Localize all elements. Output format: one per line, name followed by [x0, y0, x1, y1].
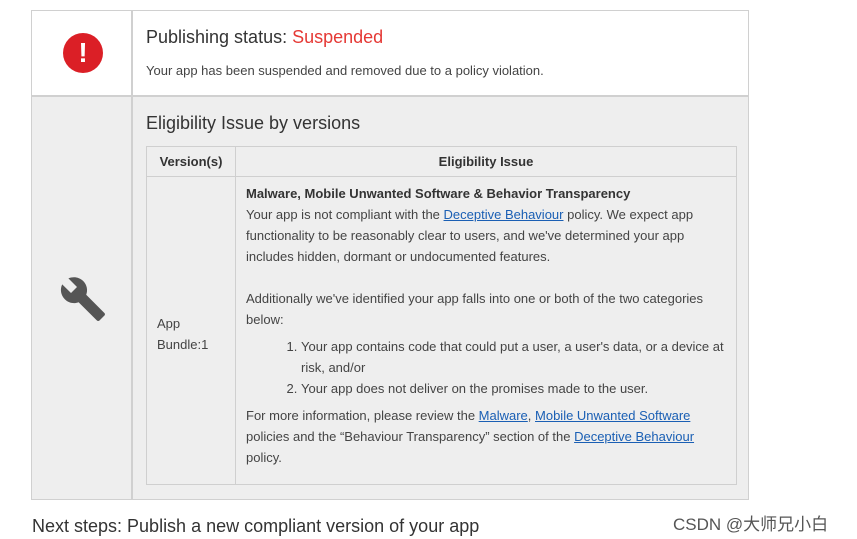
eligibility-table: Version(s) Eligibility Issue App Bundle:…	[146, 146, 737, 485]
issue-cell: Malware, Mobile Unwanted Software & Beha…	[246, 183, 730, 468]
deceptive-behaviour-link-2[interactable]: Deceptive Behaviour	[574, 429, 694, 444]
wrench-icon	[60, 277, 105, 321]
issue-text: Your app is not compliant with the	[246, 207, 444, 222]
list-item: Your app does not deliver on the promise…	[301, 378, 730, 399]
column-divider	[235, 177, 236, 484]
column-header-versions: Version(s)	[147, 147, 236, 177]
issue-text: policies and the “Behaviour Transparency…	[246, 429, 575, 444]
issue-paragraph-3: For more information, please review the …	[246, 405, 730, 468]
status-icon-cell: !	[32, 11, 133, 95]
alert-circle-icon: !	[63, 33, 103, 73]
issue-paragraph-1: Your app is not compliant with the Decep…	[246, 204, 730, 267]
eligibility-title: Eligibility Issue by versions	[146, 113, 361, 133]
issue-text: For more information, please review the	[246, 408, 479, 423]
status-panel: ! Publishing status: Suspended Your app …	[31, 10, 749, 500]
version-cell: App Bundle:1	[157, 313, 227, 355]
eligibility-row: Eligibility Issue by versions Version(s)…	[32, 97, 748, 499]
issue-paragraph-2: Additionally we've identified your app f…	[246, 291, 704, 327]
issue-text: policy.	[246, 450, 282, 465]
watermark: CSDN @大师兄小白	[673, 515, 829, 534]
status-value: Suspended	[292, 27, 384, 47]
malware-link[interactable]: Malware	[479, 408, 528, 423]
version-name: App	[157, 316, 181, 331]
deceptive-behaviour-link[interactable]: Deceptive Behaviour	[444, 207, 564, 222]
issue-title: Malware, Mobile Unwanted Software & Beha…	[246, 186, 631, 201]
list-item: Your app contains code that could put a …	[301, 336, 730, 378]
status-label: Publishing status:	[146, 27, 293, 47]
issue-text: ,	[527, 408, 536, 423]
column-header-eligibility-issue: Eligibility Issue	[236, 147, 736, 177]
publishing-status-row: ! Publishing status: Suspended Your app …	[32, 11, 748, 97]
status-description: Your app has been suspended and removed …	[146, 63, 544, 78]
version-bundle: Bundle:1	[157, 337, 209, 352]
eligibility-icon-cell	[32, 97, 133, 499]
mobile-unwanted-software-link[interactable]: Mobile Unwanted Software	[535, 408, 690, 423]
publishing-status: Publishing status: Suspended	[146, 27, 383, 48]
category-list: Your app contains code that could put a …	[246, 336, 730, 399]
next-steps: Next steps: Publish a new compliant vers…	[32, 516, 480, 536]
